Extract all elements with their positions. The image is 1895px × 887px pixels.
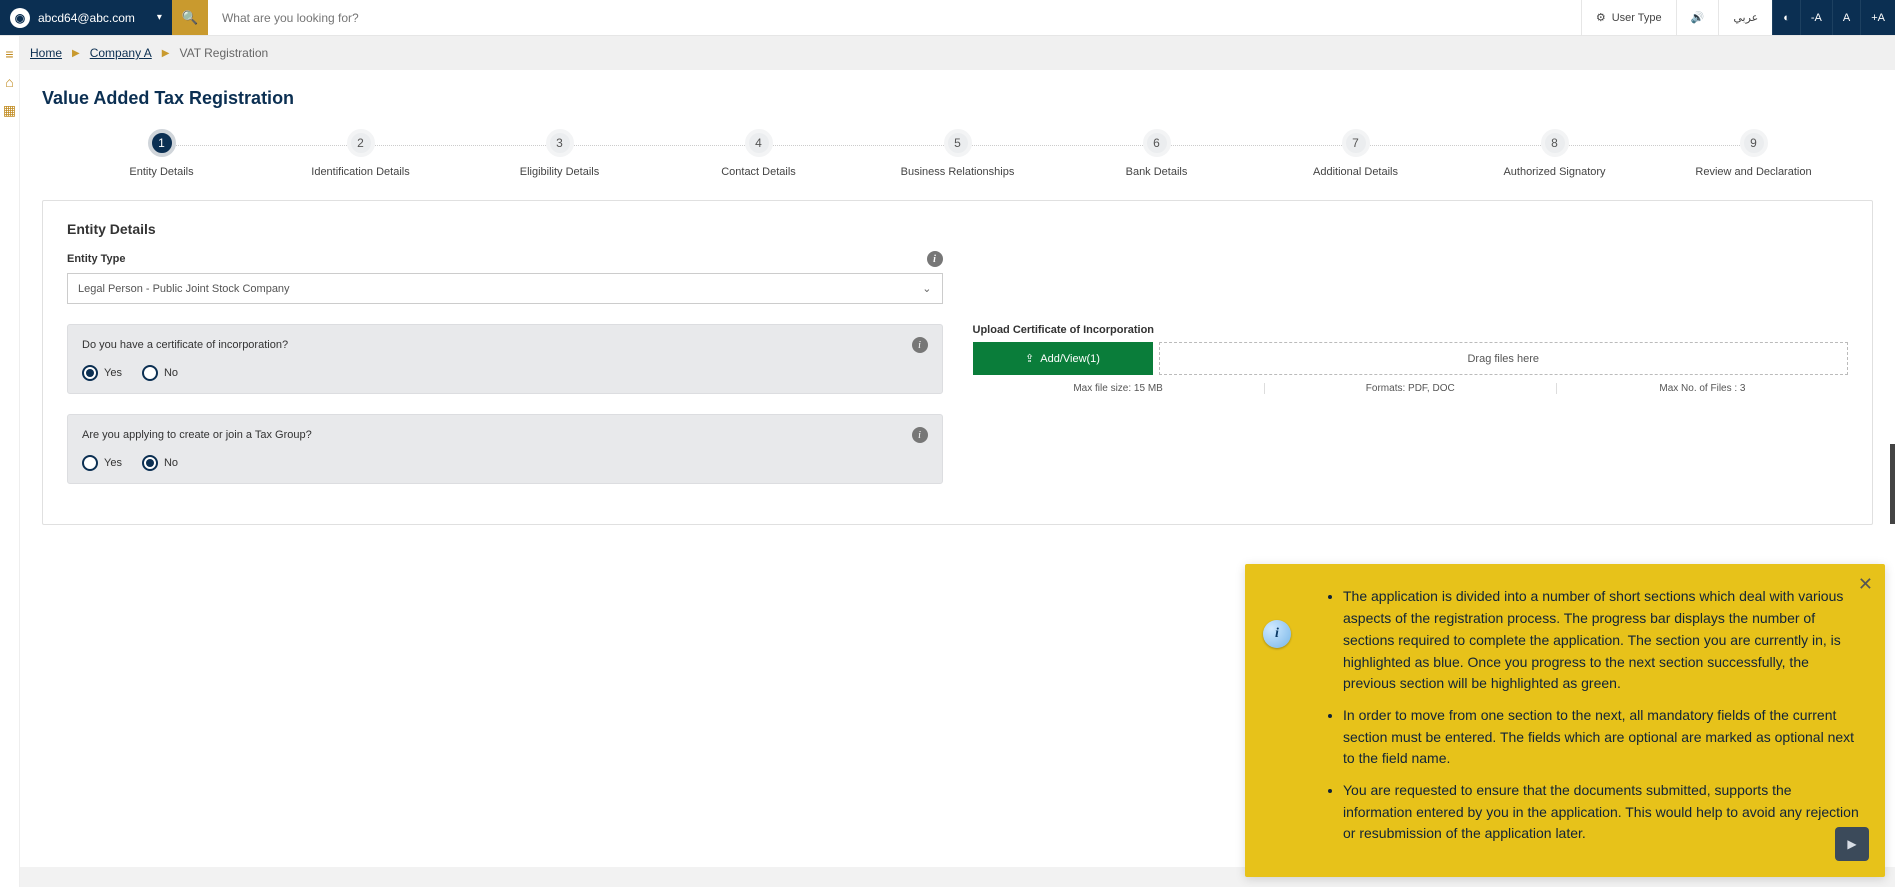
radio-icon	[142, 455, 158, 471]
topbar-right: ⚙ User Type 🔊 عربي ◐ -A A +A	[1581, 0, 1895, 35]
help-bullet-list: The application is divided into a number…	[1325, 586, 1859, 845]
radio-yes[interactable]: Yes	[82, 455, 122, 471]
radio-no[interactable]: No	[142, 455, 178, 471]
crumb-current: VAT Registration	[179, 46, 268, 60]
top-bar: ◉ abcd64@abc.com ▾ 🔍 ⚙ User Type 🔊 عربي …	[0, 0, 1895, 36]
add-view-button[interactable]: ⇪ Add/View(1)	[973, 342, 1153, 375]
step-label: Additional Details	[1256, 165, 1455, 180]
grid-icon[interactable]: ▦	[3, 102, 16, 119]
max-files: Max No. of Files : 3	[1557, 383, 1848, 394]
step-9[interactable]: 9 Review and Declaration	[1654, 129, 1853, 180]
step-number: 6	[1143, 129, 1171, 157]
gear-icon: ⚙	[1596, 11, 1606, 24]
radio-no[interactable]: No	[142, 365, 178, 381]
contrast-icon: ◐	[1783, 12, 1790, 24]
step-2[interactable]: 2 Identification Details	[261, 129, 460, 180]
lang-label: عربي	[1733, 11, 1758, 24]
radio-icon	[142, 365, 158, 381]
language-toggle[interactable]: عربي	[1718, 0, 1772, 35]
panel-title: Entity Details	[67, 221, 1848, 237]
step-label: Eligibility Details	[460, 165, 659, 180]
user-account-chip[interactable]: ◉ abcd64@abc.com ▾	[0, 0, 172, 35]
left-rail: ≡ ⌂ ▦	[0, 36, 20, 887]
step-number: 9	[1740, 129, 1768, 157]
tax-group-question: Are you applying to create or join a Tax…	[67, 414, 943, 484]
user-email: abcd64@abc.com	[38, 11, 135, 25]
step-label: Identification Details	[261, 165, 460, 180]
help-bullet: You are requested to ensure that the doc…	[1343, 780, 1859, 845]
step-number: 2	[347, 129, 375, 157]
crumb-company[interactable]: Company A	[90, 46, 152, 60]
entity-type-value: Legal Person - Public Joint Stock Compan…	[78, 283, 290, 295]
close-icon[interactable]: ✕	[1858, 574, 1873, 595]
upload-label: Upload Certificate of Incorporation	[973, 324, 1849, 336]
search-button[interactable]: 🔍	[172, 0, 208, 35]
help-bullet: In order to move from one section to the…	[1343, 705, 1859, 770]
font-normal[interactable]: A	[1832, 0, 1860, 35]
info-icon[interactable]: i	[912, 337, 928, 353]
question-text: Do you have a certificate of incorporati…	[82, 339, 288, 351]
step-8[interactable]: 8 Authorized Signatory	[1455, 129, 1654, 180]
sound-toggle[interactable]: 🔊	[1676, 0, 1719, 35]
file-constraints: Max file size: 15 MB Formats: PDF, DOC M…	[973, 383, 1849, 394]
entity-type-label: Entity Type	[67, 253, 125, 265]
step-5[interactable]: 5 Business Relationships	[858, 129, 1057, 180]
step-number: 3	[546, 129, 574, 157]
step-number: 4	[745, 129, 773, 157]
speaker-icon: 🔊	[1691, 11, 1705, 24]
step-label: Bank Details	[1057, 165, 1256, 180]
step-7[interactable]: 7 Additional Details	[1256, 129, 1455, 180]
help-bullet: The application is divided into a number…	[1343, 586, 1859, 694]
chevron-right-icon: ▶	[72, 48, 80, 59]
font-increase[interactable]: +A	[1860, 0, 1895, 35]
step-number: 1	[148, 129, 176, 157]
crumb-home[interactable]: Home	[30, 46, 62, 60]
breadcrumb: Home ▶ Company A ▶ VAT Registration	[0, 36, 1895, 70]
radio-icon	[82, 365, 98, 381]
search-icon: 🔍	[182, 10, 199, 26]
search-input[interactable]	[208, 0, 1581, 35]
play-button[interactable]: ▶	[1835, 827, 1869, 861]
entity-details-panel: Entity Details Entity Type i Legal Perso…	[42, 200, 1873, 525]
page-title: Value Added Tax Registration	[42, 88, 1883, 109]
user-type-label: User Type	[1612, 12, 1662, 24]
info-icon[interactable]: i	[912, 427, 928, 443]
question-text: Are you applying to create or join a Tax…	[82, 429, 312, 441]
radio-icon	[82, 455, 98, 471]
chevron-down-icon: ▾	[157, 12, 162, 23]
step-number: 7	[1342, 129, 1370, 157]
avatar-icon: ◉	[10, 8, 30, 28]
entity-type-select[interactable]: Legal Person - Public Joint Stock Compan…	[67, 273, 943, 304]
user-type-menu[interactable]: ⚙ User Type	[1581, 0, 1676, 35]
step-6[interactable]: 6 Bank Details	[1057, 129, 1256, 180]
step-1[interactable]: 1 Entity Details	[62, 129, 261, 180]
contrast-toggle[interactable]: ◐	[1772, 0, 1800, 35]
step-label: Business Relationships	[858, 165, 1057, 180]
help-popup: ✕ i The application is divided into a nu…	[1245, 564, 1885, 877]
play-icon: ▶	[1847, 837, 1856, 851]
max-size: Max file size: 15 MB	[973, 383, 1264, 394]
info-icon[interactable]: i	[927, 251, 943, 267]
step-number: 8	[1541, 129, 1569, 157]
step-3[interactable]: 3 Eligibility Details	[460, 129, 659, 180]
step-4[interactable]: 4 Contact Details	[659, 129, 858, 180]
menu-icon[interactable]: ≡	[5, 46, 13, 62]
step-label: Entity Details	[62, 165, 261, 180]
step-label: Contact Details	[659, 165, 858, 180]
home-icon[interactable]: ⌂	[5, 74, 13, 90]
info-bubble-icon: i	[1263, 620, 1291, 648]
step-label: Review and Declaration	[1654, 165, 1853, 180]
formats: Formats: PDF, DOC	[1265, 383, 1556, 394]
cert-incorporation-question: Do you have a certificate of incorporati…	[67, 324, 943, 394]
scrollbar[interactable]	[1890, 444, 1895, 524]
step-label: Authorized Signatory	[1455, 165, 1654, 180]
step-number: 5	[944, 129, 972, 157]
radio-yes[interactable]: Yes	[82, 365, 122, 381]
chevron-down-icon: ⌄	[922, 282, 931, 295]
upload-icon: ⇪	[1025, 352, 1034, 365]
font-decrease[interactable]: -A	[1800, 0, 1832, 35]
drag-drop-zone[interactable]: Drag files here	[1159, 342, 1849, 375]
chevron-right-icon: ▶	[162, 48, 170, 59]
progress-stepper: 1 Entity Details 2 Identification Details 3 E…	[32, 129, 1883, 200]
